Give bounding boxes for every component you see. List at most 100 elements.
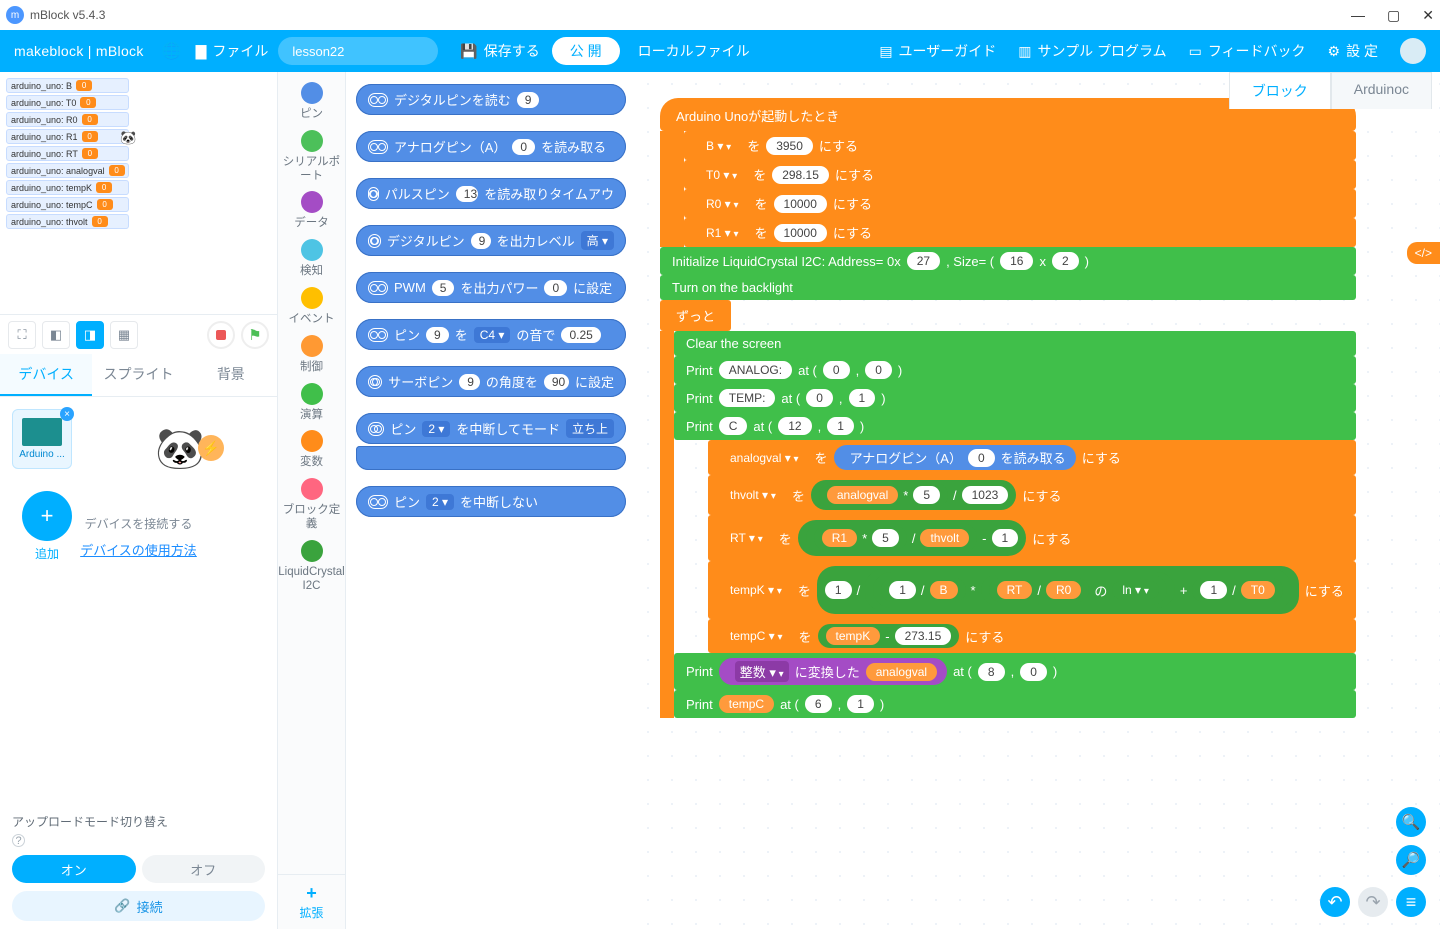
- save-icon: 💾: [460, 43, 477, 60]
- workspace-tab-blocks[interactable]: ブロック: [1229, 72, 1331, 109]
- userguide-link[interactable]: ▤ユーザーガイド: [879, 41, 996, 61]
- category-ピン[interactable]: ピン: [300, 82, 323, 122]
- arduino-board-icon: [22, 418, 62, 446]
- block-set-tempc[interactable]: tempC ▾をtempK-273.15にする: [708, 619, 1356, 653]
- palette-block-pwm[interactable]: PWM5を出力パワー0に設定: [356, 272, 626, 303]
- file-menu[interactable]: ファイル: [212, 41, 268, 61]
- workspace-tab-code[interactable]: Arduinoc: [1331, 72, 1432, 109]
- zoom-in-button[interactable]: 🔍: [1396, 807, 1426, 837]
- category-dot: [301, 478, 323, 500]
- category-制御[interactable]: 制御: [300, 335, 323, 375]
- category-演算[interactable]: 演算: [300, 383, 323, 423]
- block-lcd-init[interactable]: Initialize LiquidCrystal I2C: Address= 0…: [660, 247, 1356, 275]
- save-button[interactable]: 💾 保存する: [460, 41, 539, 61]
- minimize-button[interactable]: —: [1351, 7, 1365, 24]
- analog-read-reporter[interactable]: アナログピン（A）0を読み取る: [834, 445, 1076, 470]
- extension-add[interactable]: + 拡張: [278, 874, 346, 929]
- block-clear[interactable]: Clear the screen: [674, 331, 1356, 356]
- variable-monitor[interactable]: arduino_uno: tempC0: [6, 197, 129, 212]
- palette-block-analog-read[interactable]: アナログピン（A）0を読み取る: [356, 131, 626, 162]
- category-変数[interactable]: 変数: [300, 430, 323, 470]
- tab-backdrop[interactable]: 背景: [185, 354, 277, 396]
- grid-button[interactable]: ▦: [110, 321, 138, 349]
- block-set-tempk[interactable]: tempK ▾を 1/ 1/B * RT/R0のln ▾ + 1/T0: [708, 561, 1356, 619]
- palette-block-servo[interactable]: サーボピン9の角度を90に設定: [356, 366, 626, 397]
- help-icon[interactable]: ?: [12, 834, 25, 847]
- layout-1-button[interactable]: ◧: [42, 321, 70, 349]
- plug-icon: ⚡: [198, 435, 224, 461]
- variable-monitor[interactable]: arduino_uno: tempK0: [6, 180, 129, 195]
- publish-button[interactable]: 公 開: [552, 37, 620, 65]
- variable-monitor[interactable]: arduino_uno: R10: [6, 129, 129, 144]
- category-ブロック定義[interactable]: ブロック定義: [278, 478, 345, 532]
- code-toggle[interactable]: </>: [1407, 242, 1440, 264]
- block-set-t0[interactable]: T0 ▾を298.15にする: [684, 160, 1356, 189]
- palette-block-no-interrupt[interactable]: ピン2 ▾を中断しない: [356, 486, 626, 517]
- category-シリアルポート[interactable]: シリアルポート: [278, 130, 345, 184]
- add-device-button[interactable]: +: [22, 491, 72, 541]
- zoom-out-button[interactable]: 🔎: [1396, 845, 1426, 875]
- local-file-menu[interactable]: ローカルファイル: [638, 41, 750, 61]
- script-stack[interactable]: Arduino Unoが起動したとき B ▾を3950にする T0 ▾を298.…: [660, 98, 1356, 718]
- infinity-icon: [368, 234, 381, 248]
- variable-monitor[interactable]: arduino_uno: T00: [6, 95, 129, 110]
- block-print-3[interactable]: PrintCat (12,1): [674, 412, 1356, 440]
- upload-on-button[interactable]: オン: [12, 855, 136, 883]
- palette-block-digital-write[interactable]: デジタルピン9を出力レベル高 ▾: [356, 225, 626, 256]
- device-card-arduino[interactable]: × Arduino ...: [12, 409, 72, 469]
- green-flag-button[interactable]: ⚑: [241, 321, 269, 349]
- stop-button[interactable]: [207, 321, 235, 349]
- category-データ[interactable]: データ: [294, 191, 329, 231]
- connect-button[interactable]: 🔗 接続: [12, 891, 265, 921]
- project-name-input[interactable]: [278, 37, 438, 65]
- block-print-analogval[interactable]: Print整数 ▾に変換したanalogvalat (8,0): [674, 653, 1356, 690]
- block-print-2[interactable]: PrintTEMP:at (0,1): [674, 384, 1356, 412]
- tab-sprite[interactable]: スプライト: [92, 354, 184, 396]
- palette-block-digital-read[interactable]: デジタルピンを読む9: [356, 84, 626, 115]
- palette-block-interrupt-body[interactable]: [356, 446, 626, 470]
- category-検知[interactable]: 検知: [300, 239, 323, 279]
- block-set-r0[interactable]: R0 ▾を10000にする: [684, 189, 1356, 218]
- panda-sprite[interactable]: 🐼: [120, 130, 162, 180]
- variable-monitor[interactable]: arduino_uno: R00: [6, 112, 129, 127]
- block-print-1[interactable]: PrintANALOG:at (0,0): [674, 356, 1356, 384]
- block-set-analogval[interactable]: analogval ▾をアナログピン（A）0を読み取るにする: [708, 440, 1356, 475]
- variable-monitor[interactable]: arduino_uno: analogval0: [6, 163, 129, 178]
- device-howto-link[interactable]: デバイスの使用方法: [80, 543, 197, 558]
- variable-monitor[interactable]: arduino_uno: RT0: [6, 146, 129, 161]
- fullscreen-button[interactable]: ⛶: [8, 321, 36, 349]
- language-icon[interactable]: 🌐: [162, 41, 182, 61]
- recenter-button[interactable]: ≡: [1396, 887, 1426, 917]
- palette-block-interrupt[interactable]: ピン2 ▾を中断してモード立ち上: [356, 413, 626, 444]
- block-print-tempc[interactable]: PrinttempCat (6,1): [674, 690, 1356, 718]
- layout-2-button[interactable]: ◨: [76, 321, 104, 349]
- block-set-rt[interactable]: RT ▾をR1*5/thvolt-1にする: [708, 515, 1356, 561]
- samples-link[interactable]: ▥サンプル プログラム: [1018, 41, 1166, 61]
- feedback-link[interactable]: ▭フィードバック: [1189, 41, 1306, 61]
- open-book-icon: ▥: [1018, 43, 1031, 60]
- palette-block-tone[interactable]: ピン9をC4 ▾の音で0.25: [356, 319, 626, 350]
- block-set-r1[interactable]: R1 ▾を10000にする: [684, 218, 1356, 247]
- variable-monitor[interactable]: arduino_uno: thvolt0: [6, 214, 129, 229]
- redo-button[interactable]: ↷: [1358, 887, 1388, 917]
- int-convert[interactable]: 整数 ▾に変換したanalogval: [719, 658, 947, 685]
- avatar[interactable]: [1400, 38, 1426, 64]
- maximize-button[interactable]: ▢: [1387, 7, 1400, 24]
- palette-block-pulse[interactable]: パルスピン13を読み取りタイムアウ: [356, 178, 626, 209]
- upload-off-button[interactable]: オフ: [142, 855, 266, 883]
- close-button[interactable]: ✕: [1422, 7, 1434, 24]
- undo-button[interactable]: ↶: [1320, 887, 1350, 917]
- block-forever[interactable]: ずっと: [660, 300, 731, 331]
- tab-device[interactable]: デバイス: [0, 354, 92, 396]
- gear-icon: ⚙: [1328, 43, 1341, 60]
- block-backlight[interactable]: Turn on the backlight: [660, 275, 1356, 300]
- settings-link[interactable]: ⚙設 定: [1328, 41, 1378, 61]
- remove-device-icon[interactable]: ×: [60, 407, 74, 421]
- category-LiquidCrystal I2C[interactable]: LiquidCrystal I2C: [278, 540, 345, 594]
- category-dot: [301, 335, 323, 357]
- category-dot: [301, 287, 323, 309]
- category-イベント[interactable]: イベント: [289, 287, 335, 327]
- block-set-thvolt[interactable]: thvolt ▾をanalogval*5/1023にする: [708, 475, 1356, 515]
- block-set-b[interactable]: B ▾を3950にする: [684, 131, 1356, 160]
- variable-monitor[interactable]: arduino_uno: B0: [6, 78, 129, 93]
